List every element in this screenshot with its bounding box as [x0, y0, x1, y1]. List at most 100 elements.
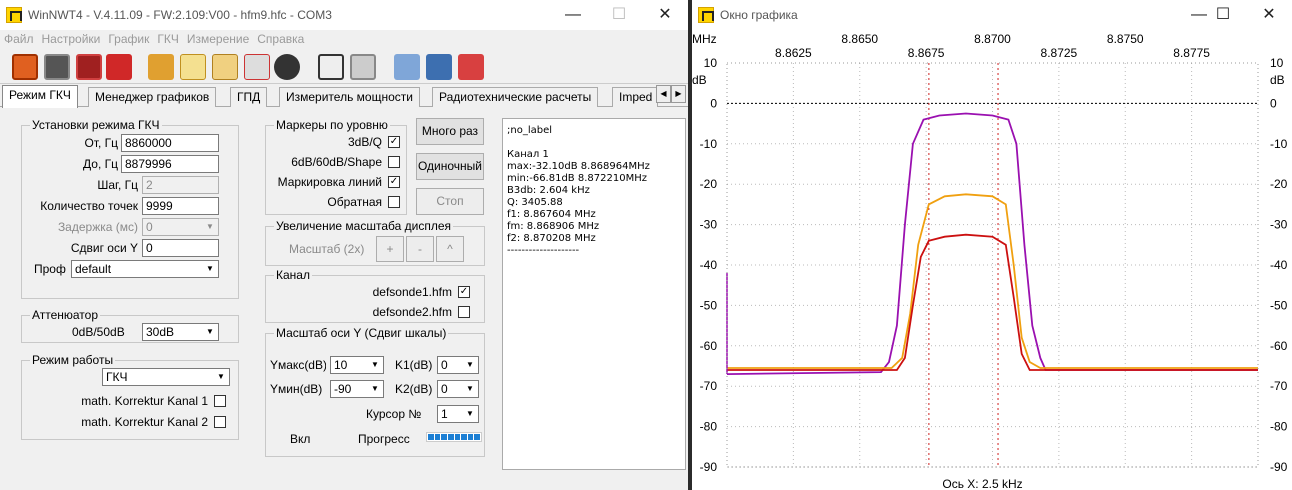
y-tick-label-left: -70 [700, 379, 718, 393]
plot-title-bar: Окно графика — ☐ ✕ [692, 0, 1292, 30]
chevron-down-icon: ▼ [206, 222, 214, 231]
window-title: WinNWT4 - V.4.11.09 - FW:2.109:V00 - hfm… [28, 8, 332, 22]
tab-sweep[interactable]: Режим ГКЧ [2, 85, 78, 108]
open-icon[interactable] [394, 54, 420, 80]
attenuator-select[interactable]: 30dB ▼ [142, 323, 219, 341]
plot-app-icon [698, 7, 714, 23]
tab-scroll: ◀ ▶ [656, 85, 686, 103]
print-icon[interactable] [44, 54, 70, 80]
plot-area[interactable]: 10 10 0 0 -10 -10 -20 -20 -30 -30 -40 -40 -50 -50 -60 -… [692, 30, 1292, 490]
y-tick-label-left: -20 [700, 177, 718, 191]
tab-right-icon[interactable]: ▶ [671, 85, 686, 103]
tab-power-meter[interactable]: Измеритель мощности [279, 87, 420, 107]
menu-measure[interactable]: Измерение [183, 30, 253, 48]
ch2-checkbox[interactable] [458, 306, 470, 318]
k2-select[interactable]: 0 ▼ [437, 380, 479, 398]
multi-sweep-button[interactable]: Много раз [416, 118, 484, 145]
k1-select[interactable]: 0 ▼ [437, 356, 479, 374]
zoom-minus-button[interactable]: - [406, 236, 434, 262]
marker-shape-label: 6dB/60dB/Shape [291, 155, 382, 169]
y-tick-label-right: -30 [1270, 218, 1288, 232]
delay-select[interactable]: 0 ▼ [142, 218, 219, 236]
power-icon[interactable] [12, 54, 38, 80]
cursor-select[interactable]: 1 ▼ [437, 405, 479, 423]
to-field[interactable]: 8879996 [121, 155, 219, 173]
png-bmp-icon[interactable] [106, 54, 132, 80]
menu-help[interactable]: Справка [253, 30, 308, 48]
db-icon[interactable] [212, 54, 238, 80]
ch1-checkbox[interactable]: ✓ [458, 286, 470, 298]
y-tick-label-right: -80 [1270, 420, 1288, 434]
korr1-checkbox[interactable] [214, 395, 226, 407]
x-tick-label-top: 8.8700 [974, 32, 1011, 46]
ymin-value: -90 [334, 382, 352, 396]
zoom-plus-button[interactable]: + [376, 236, 404, 262]
x-tick-label-bottom: 8.8725 [1041, 46, 1078, 60]
tab-rf-calc[interactable]: Радиотехнические расчеты [432, 87, 599, 107]
y-tick-label-left: -40 [700, 258, 718, 272]
chevron-down-icon: ▼ [217, 372, 225, 381]
maximize-button[interactable]: ☐ [596, 0, 642, 30]
marker-inverse-checkbox[interactable] [388, 196, 400, 208]
from-field[interactable]: 8860000 [121, 134, 219, 152]
y-tick-label-right: 10 [1270, 56, 1284, 70]
k1-label: K1(dB) [395, 358, 433, 372]
menu-file[interactable]: Файл [0, 30, 38, 48]
profile-label: Проф [34, 262, 66, 276]
cursor-value: 1 [441, 407, 448, 421]
tab-graph-manager[interactable]: Менеджер графиков [88, 87, 217, 107]
close-button[interactable]: ✕ [642, 0, 688, 30]
profile-value: default [75, 262, 112, 276]
stop-button[interactable]: Стоп [416, 188, 484, 215]
calibrate-icon[interactable] [244, 54, 270, 80]
chart-icon[interactable] [180, 54, 206, 80]
plot-maximize-button[interactable]: ☐ [1200, 0, 1246, 30]
y-tick-label-right: -70 [1270, 379, 1288, 393]
progress-bar [426, 432, 482, 442]
save-icon[interactable] [426, 54, 452, 80]
delete-icon[interactable] [458, 54, 484, 80]
y-tick-label-left: -60 [700, 339, 718, 353]
menu-graph[interactable]: График [104, 30, 153, 48]
korr2-checkbox[interactable] [214, 416, 226, 428]
marker-shape-checkbox[interactable] [388, 156, 400, 168]
plot-window: Окно графика — ☐ ✕ 10 10 0 0 -10 -10 -20 -20 -30… [692, 0, 1292, 490]
mode-select[interactable]: ГКЧ ▼ [102, 368, 230, 386]
y-unit-label-left: dB [692, 73, 707, 87]
plot-close-button[interactable]: ✕ [1246, 0, 1292, 30]
yshift-field[interactable]: 0 [142, 239, 219, 257]
k1-value: 0 [441, 358, 448, 372]
menu-settings[interactable]: Настройки [38, 30, 105, 48]
attenuator-range-label: 0dB/50dB [72, 325, 125, 339]
print-color-icon[interactable] [76, 54, 102, 80]
k1-icon[interactable] [318, 54, 344, 80]
output-line: Q: 3405.88 [507, 197, 563, 208]
zoom-up-button[interactable]: ^ [436, 236, 464, 262]
ymax-select[interactable]: 10 ▼ [330, 356, 384, 374]
y-tick-label-left: -10 [700, 137, 718, 151]
k2-icon[interactable] [350, 54, 376, 80]
single-sweep-button[interactable]: Одиночный [416, 153, 484, 180]
points-field[interactable]: 9999 [142, 197, 219, 215]
result-output[interactable]: ;no_label Канал 1 max:-32.10dB 8.868964MHz… [502, 118, 686, 470]
output-line: max:-32.10dB 8.868964MHz [507, 161, 650, 172]
step-field[interactable]: 2 [142, 176, 219, 194]
linux-icon[interactable] [274, 54, 300, 80]
ymin-select[interactable]: -90 ▼ [330, 380, 384, 398]
group-label: Масштаб оси Y (Сдвиг шкалы) [274, 326, 449, 340]
tab-impedance[interactable]: Imped [612, 87, 658, 107]
marker-lines-label: Маркировка линий [277, 175, 382, 189]
y-tick-label-right: -40 [1270, 258, 1288, 272]
output-line: fm: 8.868906 MHz [507, 221, 600, 232]
tab-vfo[interactable]: ГПД [230, 87, 268, 107]
marker-lines-checkbox[interactable]: ✓ [388, 176, 400, 188]
chevron-down-icon: ▼ [371, 360, 379, 369]
tools-icon[interactable] [148, 54, 174, 80]
profile-select[interactable]: default ▼ [71, 260, 219, 278]
group-label: Увеличение масштаба дисплея [274, 219, 454, 233]
tab-left-icon[interactable]: ◀ [656, 85, 671, 103]
marker-3db-checkbox[interactable]: ✓ [388, 136, 400, 148]
minimize-button[interactable]: — [550, 0, 596, 30]
menu-sweep[interactable]: ГКЧ [153, 30, 183, 48]
yshift-label: Сдвиг оси Y [70, 241, 138, 255]
